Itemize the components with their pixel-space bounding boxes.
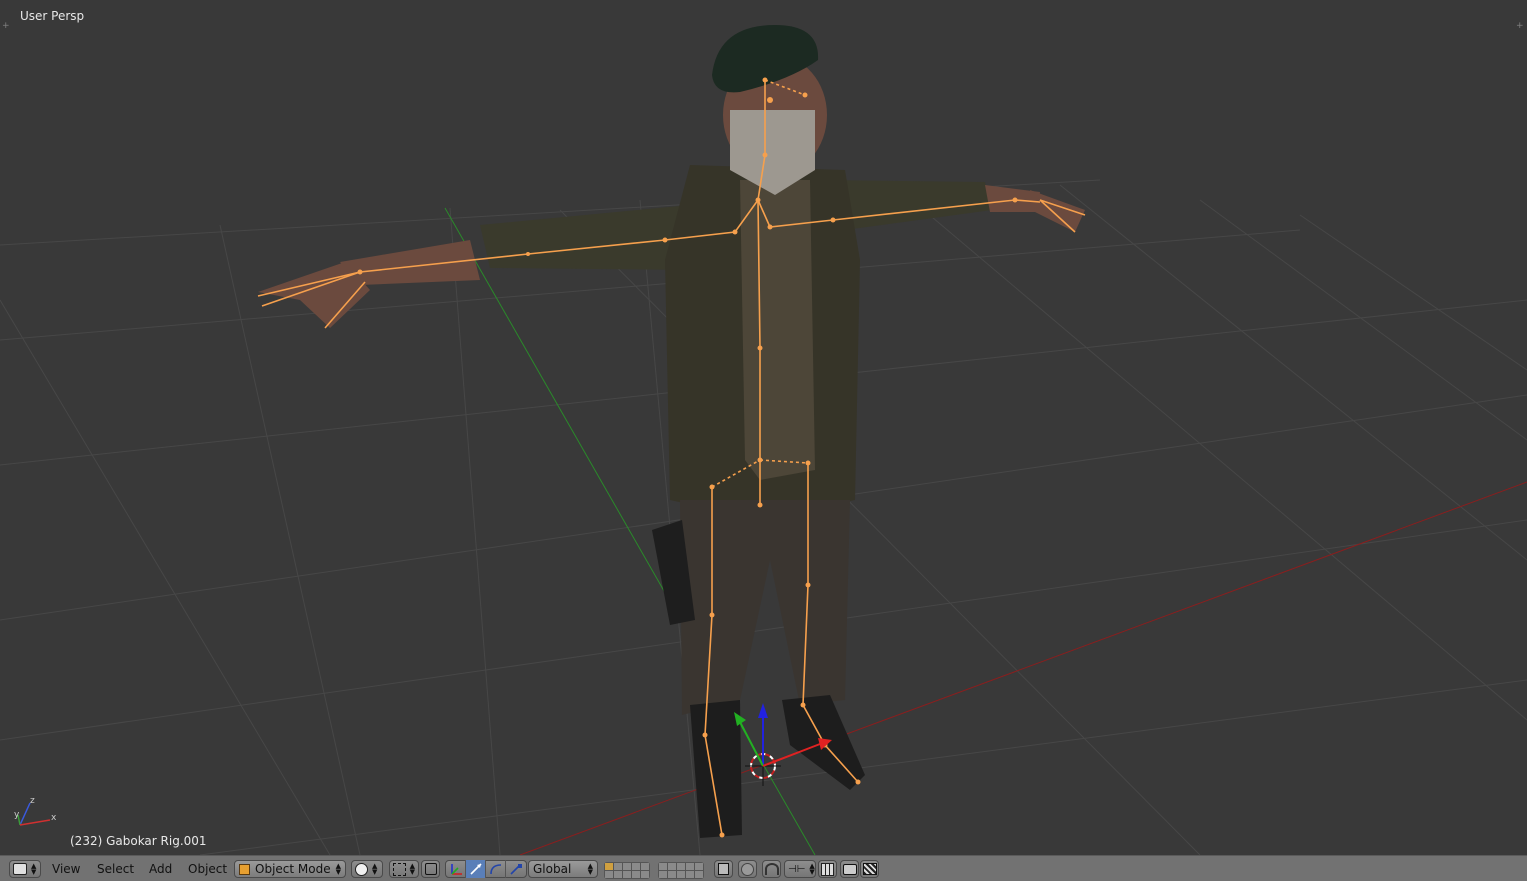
right-forearm	[985, 185, 1040, 212]
character-mesh[interactable]	[258, 25, 1085, 838]
gizmo-y-label: y	[14, 810, 20, 820]
opengl-render-button[interactable]	[840, 860, 859, 878]
snap-increment-icon: ⊣⊢	[788, 863, 806, 875]
shirt	[740, 180, 815, 480]
left-forearm	[340, 240, 480, 285]
area-split-corner-right[interactable]: +	[1516, 22, 1524, 31]
z-arrow-handle	[758, 703, 768, 718]
left-boot	[690, 700, 742, 838]
active-object-info: (232) Gabokar Rig.001	[70, 834, 207, 848]
3d-view-icon	[13, 863, 27, 875]
mode-selector[interactable]: Object Mode ▲ ▼	[234, 860, 346, 878]
grid-snap-icon	[821, 862, 834, 876]
scale-icon[interactable]	[506, 860, 525, 878]
manipulator-group	[445, 860, 527, 878]
proportional-edit-icon	[741, 862, 754, 876]
lock-camera-layers-button[interactable]	[714, 860, 733, 878]
menu-add[interactable]: Add	[143, 860, 178, 878]
editor-type-selector[interactable]: ▲ ▼	[9, 860, 41, 878]
chevron-updown-icon: ▲ ▼	[809, 862, 815, 876]
layer-lock-icon	[718, 863, 729, 875]
opengl-render-animation-button[interactable]	[860, 860, 879, 878]
rotate-icon[interactable]	[486, 860, 506, 878]
layers-icon	[604, 861, 650, 879]
layers-icon	[658, 861, 704, 879]
menu-view[interactable]: View	[46, 860, 86, 878]
cube-icon	[239, 863, 250, 875]
view-axis-gizmo: z y x	[14, 796, 57, 826]
pivot-manipulate-center-button[interactable]	[421, 860, 440, 878]
viewport-shading-selector[interactable]: ▲ ▼	[351, 860, 383, 878]
pants	[680, 500, 850, 715]
mode-label: Object Mode	[255, 862, 331, 876]
transform-orientation-selector[interactable]: Global ▲ ▼	[528, 860, 598, 878]
translate-icon[interactable]	[466, 860, 486, 878]
right-hand	[1030, 190, 1085, 232]
camera-icon	[842, 863, 857, 875]
layers-grid-2[interactable]	[658, 861, 704, 879]
chevron-updown-icon: ▲ ▼	[335, 862, 341, 876]
orientation-label: Global	[533, 862, 572, 876]
layers-grid-1[interactable]	[604, 861, 650, 879]
3d-view-header: ▲ ▼ View Select Add Object Object Mode ▲ ▼…	[0, 855, 1527, 881]
snap-element-selector[interactable]: ⊣⊢ ▲ ▼	[784, 860, 816, 878]
scene-canvas[interactable]	[0, 0, 1527, 855]
proportional-edit-button[interactable]	[738, 860, 757, 878]
area-split-corner-left[interactable]: +	[2, 22, 10, 31]
snap-icon	[764, 863, 779, 875]
clapper-icon	[862, 863, 877, 875]
manipulate-center-icon	[424, 863, 437, 875]
chevron-updown-icon: ▲ ▼	[31, 862, 37, 876]
chevron-updown-icon: ▲ ▼	[372, 862, 378, 876]
chevron-updown-icon: ▲ ▼	[587, 862, 593, 876]
menu-select[interactable]: Select	[91, 860, 140, 878]
pivot-bounding-box-icon	[393, 862, 406, 876]
view-name-label: User Persp	[20, 9, 85, 23]
3d-viewport[interactable]: User Persp (232) Gabokar Rig.001 + + z y…	[0, 0, 1527, 855]
pivot-point-selector[interactable]: ▲ ▼	[389, 860, 419, 878]
gizmo-z-label: z	[30, 796, 35, 806]
chevron-updown-icon: ▲ ▼	[409, 862, 415, 876]
snap-target-button[interactable]	[818, 860, 837, 878]
menu-object[interactable]: Object	[182, 860, 233, 878]
gizmo-x-label: x	[51, 813, 57, 823]
solid-sphere-icon	[355, 862, 368, 876]
show-manipulator-icon[interactable]	[446, 860, 466, 878]
snap-toggle-button[interactable]	[762, 860, 781, 878]
